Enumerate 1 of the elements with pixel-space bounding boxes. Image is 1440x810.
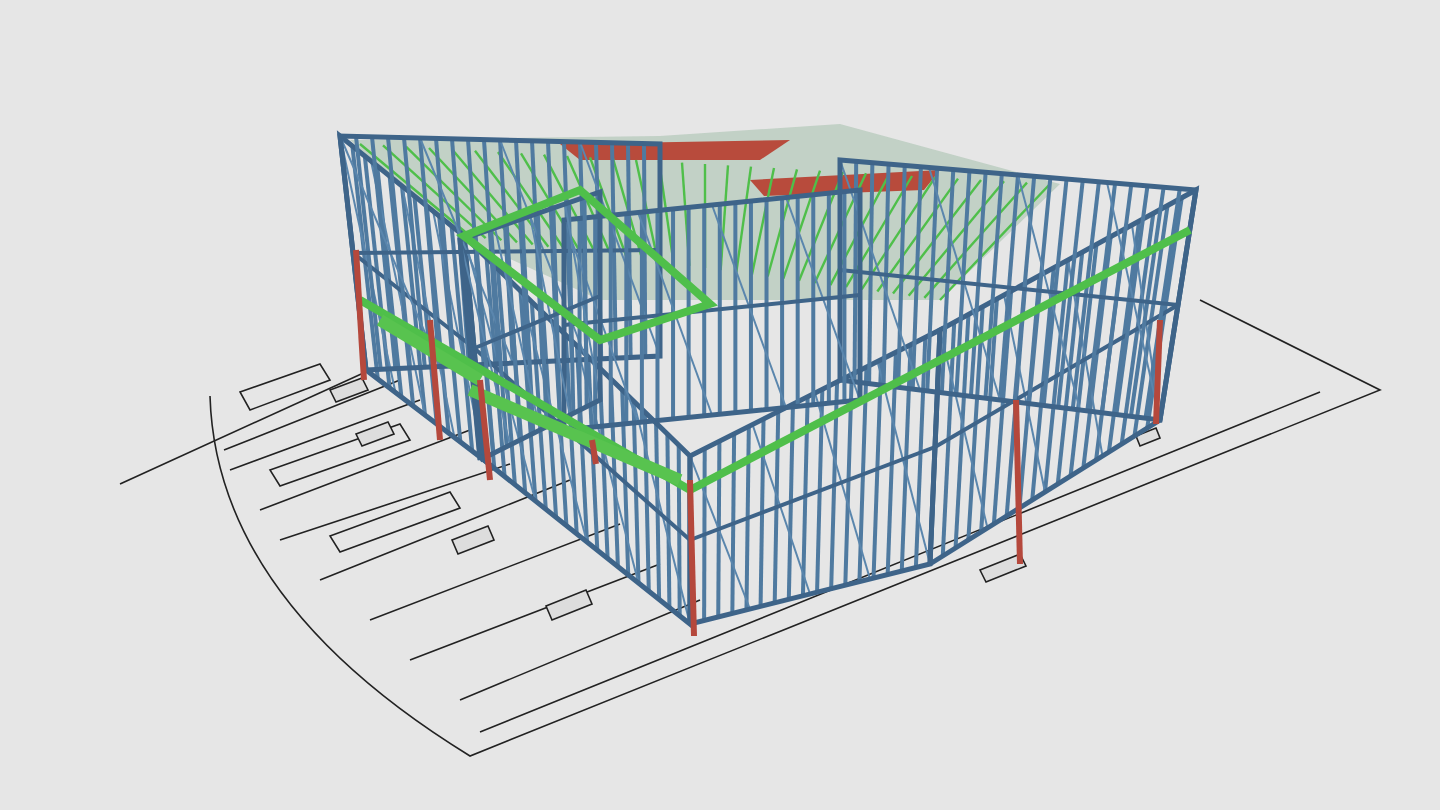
model-viewport[interactable] [0, 0, 1440, 810]
